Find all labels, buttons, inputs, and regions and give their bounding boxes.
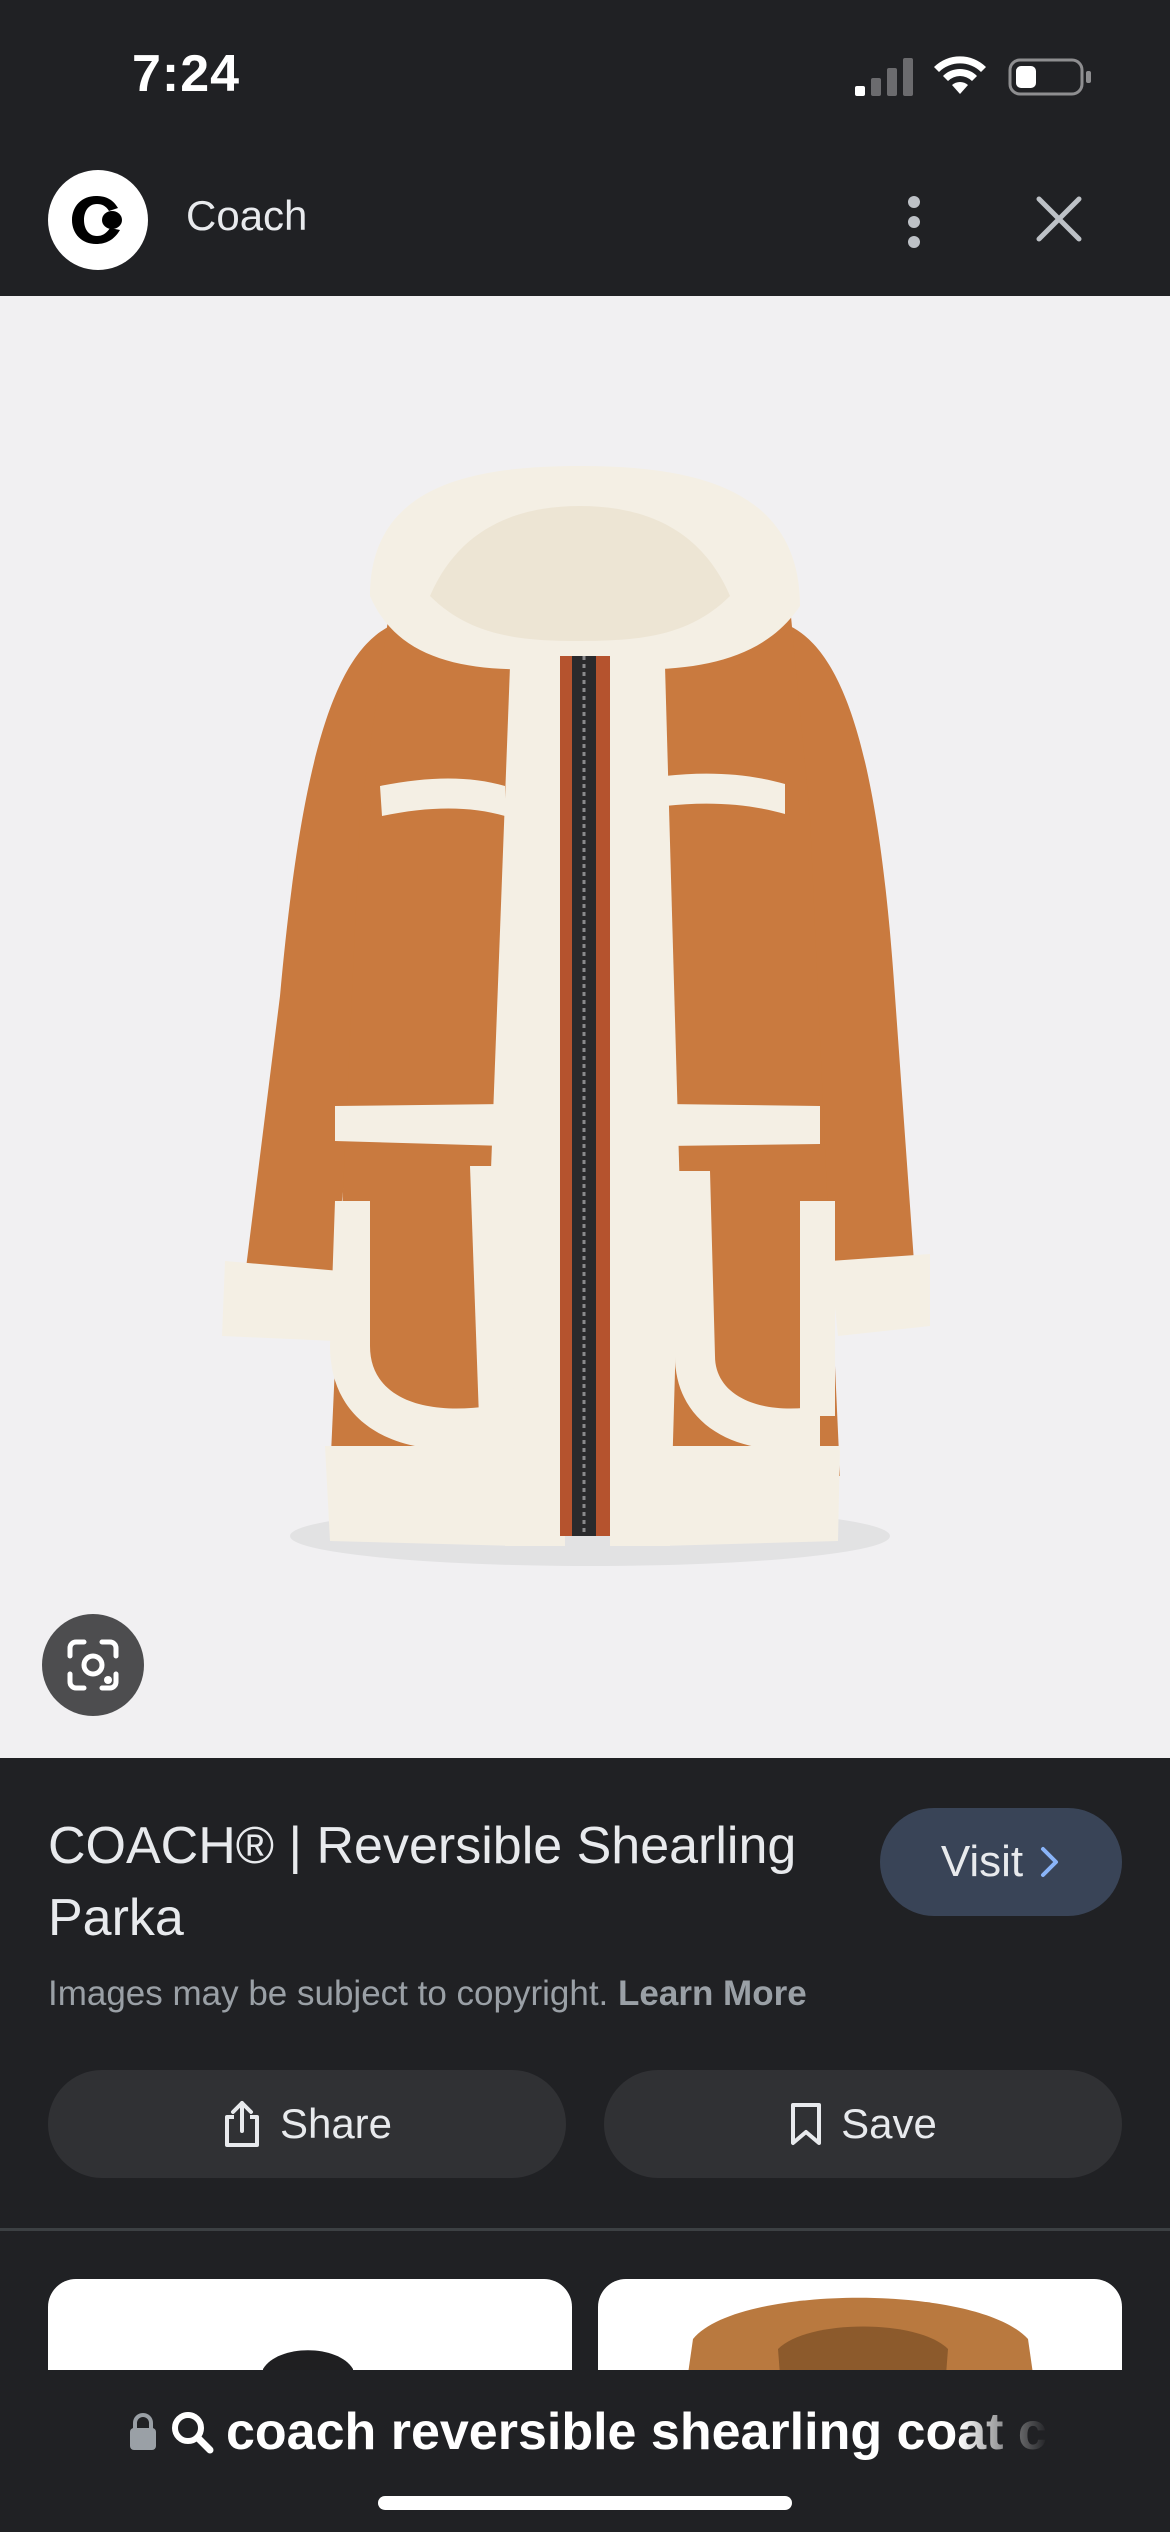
google-lens-button[interactable] xyxy=(42,1614,144,1716)
more-vertical-icon xyxy=(908,196,920,248)
copyright-notice: Images may be subject to copyright. Lear… xyxy=(48,1974,807,2014)
share-icon xyxy=(224,2101,259,2147)
close-button[interactable] xyxy=(1028,188,1090,250)
product-image[interactable] xyxy=(0,296,1170,1758)
related-thumbnail[interactable] xyxy=(48,2279,572,2371)
share-label: Share xyxy=(279,2100,393,2147)
search-icon xyxy=(172,2412,214,2454)
status-time: 7:24 xyxy=(132,45,241,103)
related-thumbnail[interactable] xyxy=(598,2279,1122,2371)
cellular-signal-icon xyxy=(855,58,913,96)
info-panel: COACH® | Reversible Shearling Parka Visi… xyxy=(0,1758,1170,2230)
visit-label: Visit xyxy=(940,1837,1024,1886)
more-options-button[interactable] xyxy=(886,190,942,254)
wifi-icon xyxy=(934,56,986,94)
related-image-teddy-coat xyxy=(688,2297,1033,2371)
close-icon xyxy=(1036,196,1082,242)
related-image-dark-jacket xyxy=(262,2350,354,2371)
url-fade xyxy=(958,2402,1048,2462)
lock-icon xyxy=(130,2413,156,2450)
home-indicator[interactable] xyxy=(378,2496,792,2510)
related-results xyxy=(0,2231,1170,2371)
url-display[interactable]: coach reversible shearling coat c xyxy=(128,2402,1048,2462)
bookmark-icon xyxy=(791,2103,822,2145)
copyright-text: Images may be subject to copyright. xyxy=(48,1974,609,2013)
save-label: Save xyxy=(841,2100,937,2147)
chevron-right-icon xyxy=(1041,1847,1059,1877)
result-title[interactable]: COACH® | Reversible Shearling Parka xyxy=(48,1810,848,1954)
visit-button[interactable]: Visit xyxy=(880,1808,1122,1916)
status-bar: 7:24 xyxy=(0,0,1170,150)
google-lens-icon xyxy=(67,1639,119,1691)
learn-more-link[interactable]: Learn More xyxy=(618,1974,807,2013)
source-header: Coach xyxy=(0,150,1170,296)
save-button[interactable]: Save xyxy=(604,2070,1122,2178)
search-query: coach reversible shearling coat c xyxy=(226,2403,1047,2461)
site-name[interactable]: Coach xyxy=(186,192,307,240)
coach-logo-icon[interactable] xyxy=(48,170,148,270)
coach-c-glyph xyxy=(72,196,122,244)
coat-image xyxy=(222,466,930,1566)
battery-icon xyxy=(1008,58,1091,96)
share-button[interactable]: Share xyxy=(48,2070,566,2178)
